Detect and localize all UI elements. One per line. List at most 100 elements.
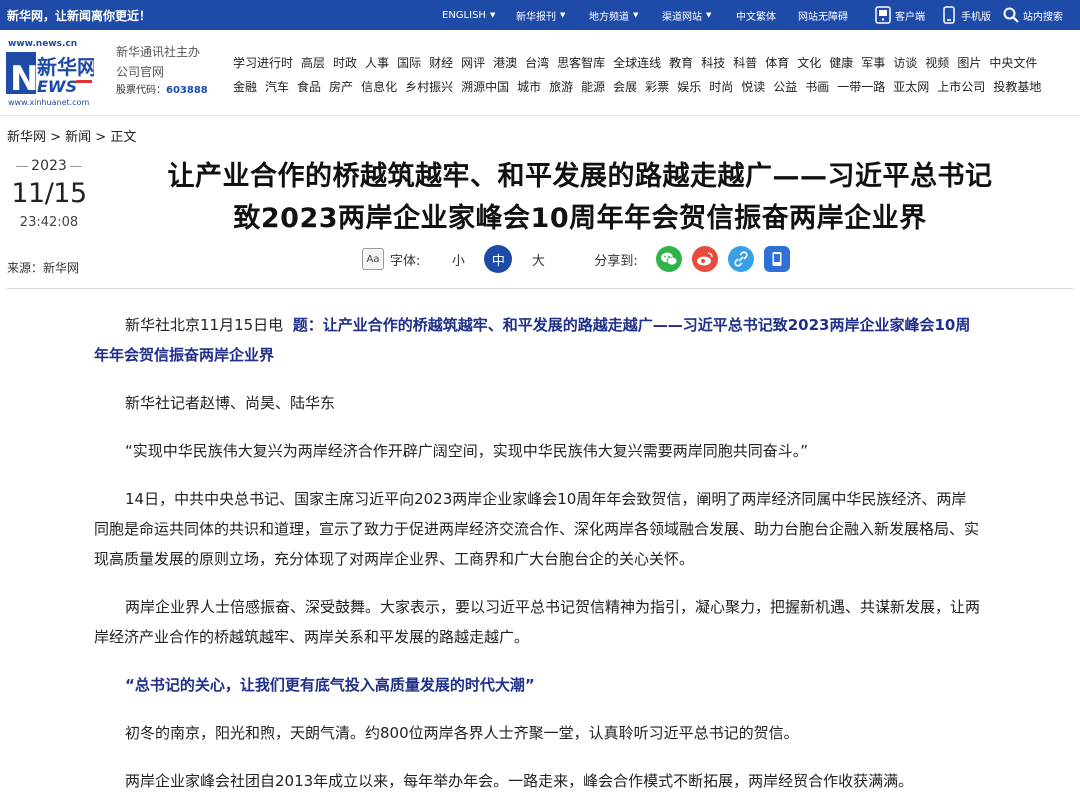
xinhua-logo[interactable]: www.news.cn N 新华网 EWS www.xinhuanet.com [6, 38, 96, 108]
channel-link[interactable]: 视频 [925, 54, 949, 71]
channel-link[interactable]: 溯源中国 [461, 78, 509, 95]
article-body: 新华社北京11月15日电 题：让产业合作的桥越筑越牢、和平发展的路越走越广——习… [94, 310, 980, 812]
channel-link[interactable]: 娱乐 [677, 78, 701, 95]
share-wechat-button[interactable] [655, 246, 682, 272]
channel-link[interactable]: 访谈 [893, 54, 917, 71]
channel-link[interactable]: 时政 [333, 54, 357, 71]
channel-link[interactable]: 台湾 [525, 54, 549, 71]
channel-link[interactable]: 信息化 [361, 78, 397, 95]
xinhua-news-logo-icon: N 新华网 EWS [6, 52, 94, 96]
nav-xinhua-press[interactable]: 新华报刊 ▼ [516, 0, 589, 30]
channel-row-2: 金融 汽车 食品 房产 信息化 乡村振兴 溯源中国 城市 旅游 能源 会展 彩票 娱乐 时尚 悦读 公益 书画一… [233, 74, 1063, 98]
article-toolbar: Aa 字体: 小 中 大 分享到: [362, 244, 790, 274]
article-paragraph: 两岸企业家峰会社团自2013年成立以来，每年举办年会。一路走来，峰会合作模式不断… [125, 772, 914, 790]
channel-link[interactable]: 财经 [429, 54, 453, 71]
site-header: www.news.cn N 新华网 EWS www.xinhuanet.com … [0, 30, 1080, 116]
channel-link[interactable]: 公益 [773, 78, 797, 95]
nav-client-app[interactable]: 客户端 [874, 0, 940, 30]
article-source: 来源：新华网 [7, 261, 80, 275]
channel-link[interactable]: 会展 [613, 78, 637, 95]
site-slogan: 新华网，让新闻离你更近！ [7, 9, 152, 23]
share-label: 分享到: [594, 253, 638, 269]
nav-english[interactable]: ENGLISH ▼ [442, 0, 516, 30]
nav-local-channels[interactable]: 地方频道 ▼ [589, 0, 662, 30]
channel-link[interactable]: 上市公司 [937, 78, 985, 95]
channel-link[interactable]: 文化 [797, 54, 821, 71]
channel-link[interactable]: 图片 [957, 54, 981, 71]
article-paragraph: 两岸企业界人士倍感振奋、深受鼓舞。大家表示，要以习近平总书记贺信精神为指引，凝心… [94, 598, 981, 646]
nav-mobile[interactable]: 手机版 [940, 0, 1002, 30]
chevron-down-icon: ▼ [706, 11, 712, 19]
font-size-medium-button[interactable]: 中 [484, 245, 513, 273]
org-line-2: 公司官网 [116, 65, 165, 79]
mobile-share-icon [772, 252, 782, 266]
nav-channel-sites[interactable]: 渠道网站 ▼ [662, 0, 736, 30]
chevron-down-icon: ▼ [633, 11, 639, 19]
wechat-icon [660, 252, 678, 266]
channel-link[interactable]: 学习进行时 [233, 54, 293, 71]
channel-link[interactable]: 健康 [829, 54, 853, 71]
article-paragraph: 14日，中共中央总书记、国家主席习近平向2023两岸企业家峰会10周年年会致贺信… [94, 490, 980, 568]
channel-link[interactable]: 城市 [517, 78, 541, 95]
logo-url-bottom: www.xinhuanet.com [8, 98, 90, 107]
channel-link[interactable]: 网评 [461, 54, 485, 71]
channel-link[interactable]: 能源 [581, 78, 605, 95]
channel-link[interactable]: 思客智库 [557, 54, 605, 71]
channel-link[interactable]: 全球连线 [613, 54, 661, 71]
channel-link[interactable]: 国际 [397, 54, 421, 71]
channel-link[interactable]: 汽车 [265, 78, 289, 95]
svg-text:N: N [10, 59, 38, 96]
channel-link[interactable]: 科技 [701, 54, 725, 71]
channel-link[interactable]: 港澳 [493, 54, 517, 71]
channel-link[interactable]: 书画 [805, 78, 829, 95]
app-icon [874, 5, 892, 25]
article-lead-paragraph: 新华社北京11月15日电 题：让产业合作的桥越筑越牢、和平发展的路越走越广——习… [94, 316, 971, 364]
channel-link[interactable]: 体育 [765, 54, 789, 71]
nav-accessibility[interactable]: 网站无障碍 [798, 0, 874, 30]
channel-link[interactable]: 一带一路 [837, 78, 885, 95]
chevron-down-icon: ▼ [489, 11, 496, 19]
channel-link[interactable]: 时尚 [709, 78, 733, 95]
channel-link[interactable]: 金融 [233, 78, 257, 95]
font-label: 字体: [390, 253, 421, 269]
share-mobile-button[interactable] [763, 246, 790, 272]
channel-link[interactable]: 房产 [329, 78, 353, 95]
channel-link[interactable]: 悦读 [741, 78, 765, 95]
breadcrumb[interactable]: 新华网 > 新闻 > 正文 [7, 126, 136, 145]
logo-url-top: www.news.cn [8, 39, 78, 49]
publish-year: 2023 [7, 158, 91, 174]
search-icon [1002, 5, 1020, 25]
channel-link[interactable]: 彩票 [645, 78, 669, 95]
svg-text:EWS: EWS [37, 77, 77, 96]
article-byline: 新华社记者赵博、尚昊、陆华东 [125, 394, 336, 412]
channel-link[interactable]: 旅游 [549, 78, 573, 95]
header-divider [7, 288, 1073, 289]
publish-month-day: 11/15 [11, 178, 87, 209]
channel-link[interactable]: 人事 [365, 54, 389, 71]
stock-code: 股票代码：603888 [116, 85, 208, 96]
org-info: 新华通讯社主办 公司官网 股票代码：603888 [116, 42, 216, 98]
font-size-large-button[interactable]: 大 [524, 245, 552, 273]
nav-traditional-chinese[interactable]: 中文繁体 [736, 0, 798, 30]
channel-link[interactable]: 乡村振兴 [405, 78, 453, 95]
top-nav: ENGLISH ▼ 新华报刊 ▼ 地方频道 ▼ 渠道网站 ▼ 中文繁体 网站无障碍 客户… [442, 0, 1080, 30]
channel-link[interactable]: 食品 [297, 78, 321, 95]
weibo-icon [696, 252, 713, 266]
channel-link[interactable]: 教育 [669, 54, 693, 71]
font-size-small-button[interactable]: 小 [444, 245, 472, 273]
channel-link[interactable]: 亚太网 [893, 78, 929, 95]
share-link-button[interactable] [727, 246, 754, 272]
font-size-icon: Aa [362, 248, 384, 270]
org-line-1: 新华通讯社主办 [116, 45, 201, 59]
article-title: 让产业合作的桥越筑越牢、和平发展的路越走越广——习近平总书记 致2023两岸企业… [167, 161, 993, 234]
channel-link[interactable]: 投教基地 [993, 78, 1041, 95]
nav-site-search[interactable]: 站内搜索 [1002, 0, 1080, 30]
share-weibo-button[interactable] [691, 246, 718, 272]
link-icon [734, 251, 748, 267]
channel-link[interactable]: 高层 [301, 54, 325, 71]
channel-link[interactable]: 军事 [861, 54, 885, 71]
channel-link[interactable]: 中央文件 [989, 54, 1037, 71]
chevron-down-icon: ▼ [560, 11, 566, 19]
channel-link[interactable]: 科普 [733, 54, 757, 71]
article-paragraph: “实现中华民族伟大复兴为两岸经济合作开辟广阔空间，实现中华民族伟大复兴需要两岸同… [125, 442, 809, 460]
